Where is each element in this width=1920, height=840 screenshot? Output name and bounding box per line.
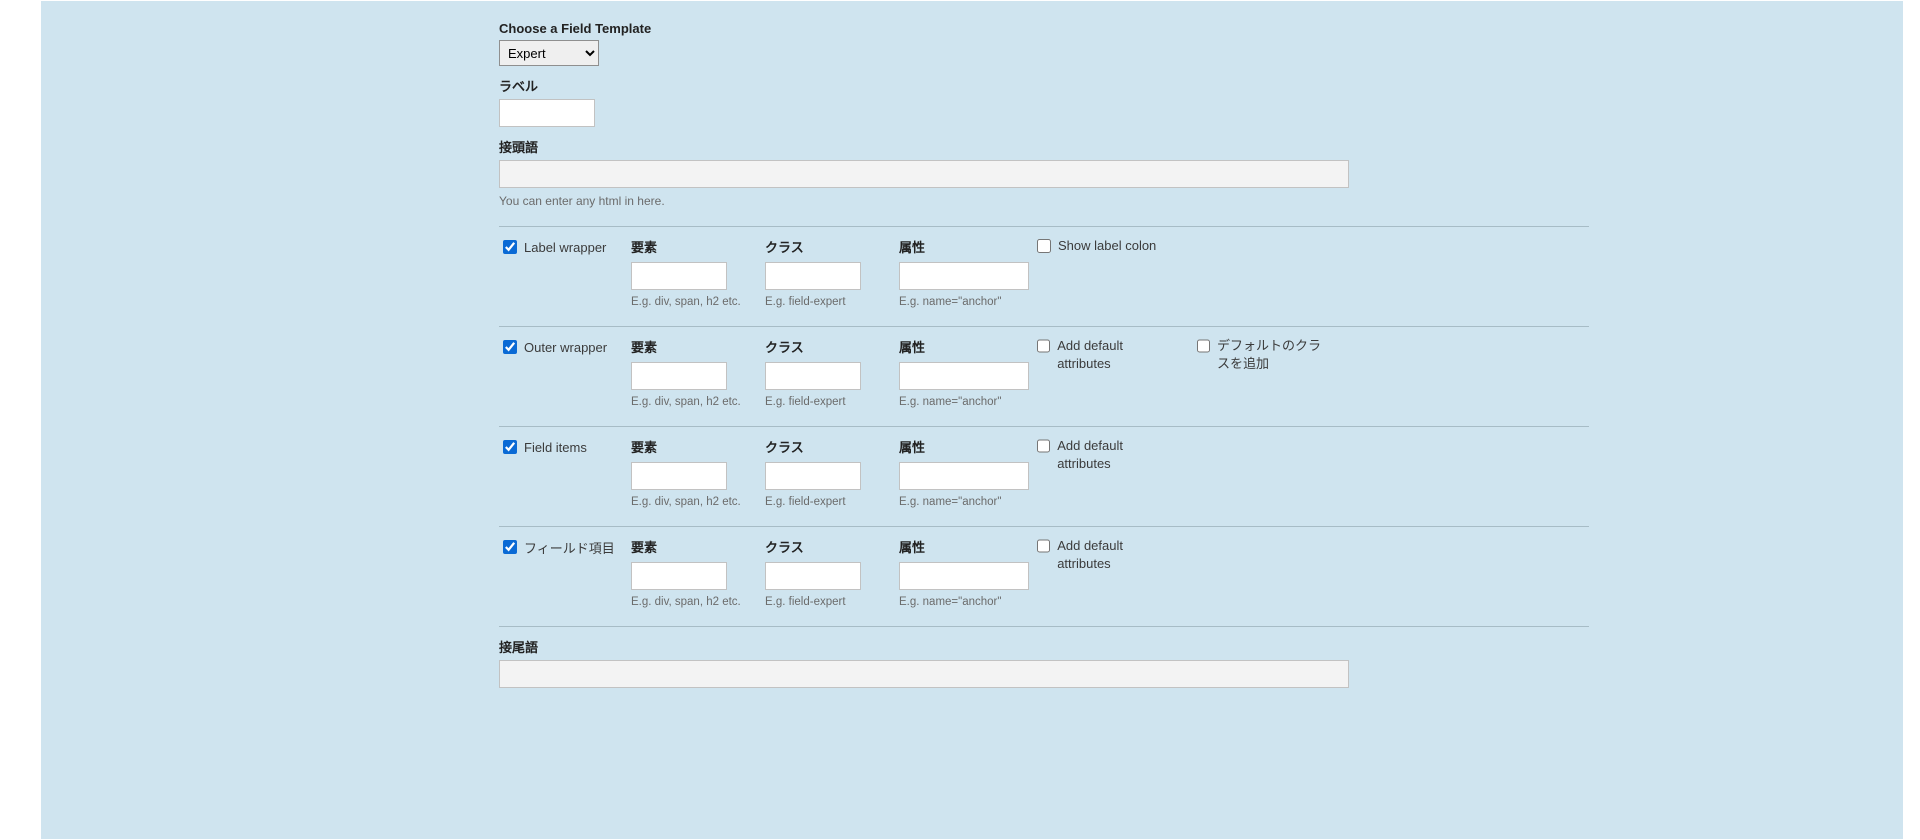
prefix-help: You can enter any html in here. xyxy=(499,194,1589,208)
field-template-label: Choose a Field Template xyxy=(499,21,1589,36)
suffix-input[interactable] xyxy=(499,660,1349,688)
field-items-class-input[interactable] xyxy=(765,462,861,490)
label-wrapper-checkbox[interactable] xyxy=(503,240,517,254)
field-items-attr-input[interactable] xyxy=(899,462,1029,490)
class-col-label: クラス xyxy=(765,337,897,356)
class-col-label: クラス xyxy=(765,537,897,556)
label-wrapper-class-input[interactable] xyxy=(765,262,861,290)
outer-wrapper-class-input[interactable] xyxy=(765,362,861,390)
attr-col-help: E.g. name="anchor" xyxy=(899,496,1031,508)
outer-wrapper-checkbox[interactable] xyxy=(503,340,517,354)
row-field-items: Field items 要素 E.g. div, span, h2 etc. ク… xyxy=(499,437,1589,508)
outer-wrapper-element-input[interactable] xyxy=(631,362,727,390)
separator xyxy=(499,626,1589,627)
element-col-help: E.g. div, span, h2 etc. xyxy=(631,396,763,408)
outer-wrapper-attr-input[interactable] xyxy=(899,362,1029,390)
attr-col-label: 属性 xyxy=(899,337,1031,356)
label-wrapper-attr-input[interactable] xyxy=(899,262,1029,290)
label-field-input[interactable] xyxy=(499,99,595,127)
attr-col-help: E.g. name="anchor" xyxy=(899,296,1031,308)
row-label-wrapper: Label wrapper 要素 E.g. div, span, h2 etc.… xyxy=(499,237,1589,308)
element-col-help: E.g. div, span, h2 etc. xyxy=(631,296,763,308)
prefix-input[interactable] xyxy=(499,160,1349,188)
attr-col-help: E.g. name="anchor" xyxy=(899,396,1031,408)
row-field-item: フィールド項目 要素 E.g. div, span, h2 etc. クラス E… xyxy=(499,537,1589,608)
label-field-label: ラベル xyxy=(499,76,1589,95)
prefix-label: 接頭語 xyxy=(499,137,1589,156)
suffix-label: 接尾語 xyxy=(499,637,1589,656)
separator xyxy=(499,426,1589,427)
label-wrapper-element-input[interactable] xyxy=(631,262,727,290)
class-col-label: クラス xyxy=(765,437,897,456)
separator xyxy=(499,526,1589,527)
element-col-help: E.g. div, span, h2 etc. xyxy=(631,496,763,508)
label-wrapper-label: Label wrapper xyxy=(524,240,606,255)
element-col-label: 要素 xyxy=(631,237,763,256)
element-col-label: 要素 xyxy=(631,337,763,356)
show-label-colon-label: Show label colon xyxy=(1058,237,1156,255)
attr-col-label: 属性 xyxy=(899,237,1031,256)
outer-wrapper-label: Outer wrapper xyxy=(524,340,607,355)
field-items-label: Field items xyxy=(524,440,587,455)
field-items-checkbox[interactable] xyxy=(503,440,517,454)
field-template-panel: Choose a Field Template Expert ラベル 接頭語 Y… xyxy=(40,0,1904,840)
class-col-help: E.g. field-expert xyxy=(765,496,897,508)
attr-col-help: E.g. name="anchor" xyxy=(899,596,1031,608)
field-items-add-default-attributes-checkbox[interactable] xyxy=(1037,439,1050,453)
element-col-label: 要素 xyxy=(631,437,763,456)
class-col-help: E.g. field-expert xyxy=(765,396,897,408)
outer-add-default-classes-checkbox[interactable] xyxy=(1197,339,1210,353)
row-outer-wrapper: Outer wrapper 要素 E.g. div, span, h2 etc.… xyxy=(499,337,1589,408)
outer-add-default-attributes-label: Add default attributes xyxy=(1057,337,1173,373)
field-item-class-input[interactable] xyxy=(765,562,861,590)
outer-add-default-classes-label: デフォルトのクラスを追加 xyxy=(1217,337,1333,373)
attr-col-label: 属性 xyxy=(899,437,1031,456)
field-item-label: フィールド項目 xyxy=(524,538,615,557)
outer-add-default-attributes-checkbox[interactable] xyxy=(1037,339,1050,353)
field-item-add-default-attributes-label: Add default attributes xyxy=(1057,537,1173,573)
field-item-element-input[interactable] xyxy=(631,562,727,590)
element-col-label: 要素 xyxy=(631,537,763,556)
field-item-checkbox[interactable] xyxy=(503,540,517,554)
separator xyxy=(499,226,1589,227)
field-item-add-default-attributes-checkbox[interactable] xyxy=(1037,539,1050,553)
class-col-help: E.g. field-expert xyxy=(765,596,897,608)
separator xyxy=(499,326,1589,327)
class-col-label: クラス xyxy=(765,237,897,256)
element-col-help: E.g. div, span, h2 etc. xyxy=(631,596,763,608)
field-items-add-default-attributes-label: Add default attributes xyxy=(1057,437,1173,473)
field-template-select[interactable]: Expert xyxy=(499,40,599,66)
field-items-element-input[interactable] xyxy=(631,462,727,490)
show-label-colon-checkbox[interactable] xyxy=(1037,239,1051,253)
field-item-attr-input[interactable] xyxy=(899,562,1029,590)
attr-col-label: 属性 xyxy=(899,537,1031,556)
class-col-help: E.g. field-expert xyxy=(765,296,897,308)
